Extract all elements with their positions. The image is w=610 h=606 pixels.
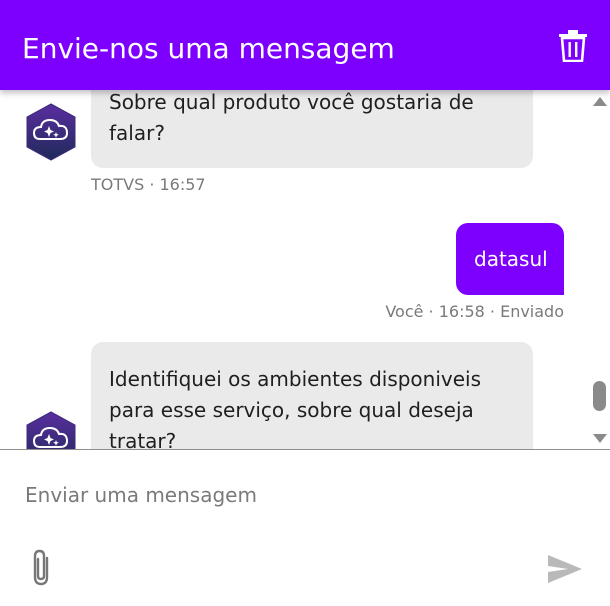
paperclip-icon — [33, 549, 49, 586]
scroll-thumb[interactable] — [593, 381, 606, 411]
scroll-up-arrow-icon[interactable] — [593, 97, 607, 106]
message-line: datasul — [474, 247, 548, 271]
chat-title: Envie-nos uma mensagem — [22, 32, 395, 65]
scroll-down-arrow-icon[interactable] — [593, 434, 607, 443]
message-meta: Você · 16:58 · Enviado — [385, 302, 564, 321]
cloud-sparkle-icon — [26, 103, 76, 161]
bot-avatar — [24, 102, 78, 162]
chat-header: Envie-nos uma mensagem — [0, 0, 610, 90]
cloud-sparkle-icon — [26, 411, 76, 449]
clear-chat-button[interactable] — [558, 30, 588, 63]
message-line: para esse serviço, sobre qual deseja — [109, 398, 474, 422]
message-meta: TOTVS · 16:57 — [91, 175, 206, 194]
bot-avatar — [24, 410, 78, 449]
message-line: Sobre qual produto você gostaria de — [109, 90, 474, 114]
trash-icon — [559, 30, 587, 63]
attach-button[interactable] — [28, 548, 54, 588]
send-button[interactable] — [546, 553, 584, 585]
user-message-bubble: datasul — [456, 223, 564, 295]
message-input[interactable] — [0, 460, 560, 530]
composer-divider — [0, 449, 610, 450]
send-icon — [548, 555, 582, 583]
bot-message-bubble: Identifiquei os ambientes disponiveis pa… — [91, 342, 533, 449]
chat-scrollbar[interactable] — [590, 92, 610, 449]
message-line: tratar? — [109, 429, 177, 449]
message-line: falar? — [109, 121, 165, 145]
message-line: Identifiquei os ambientes disponiveis — [109, 367, 482, 391]
